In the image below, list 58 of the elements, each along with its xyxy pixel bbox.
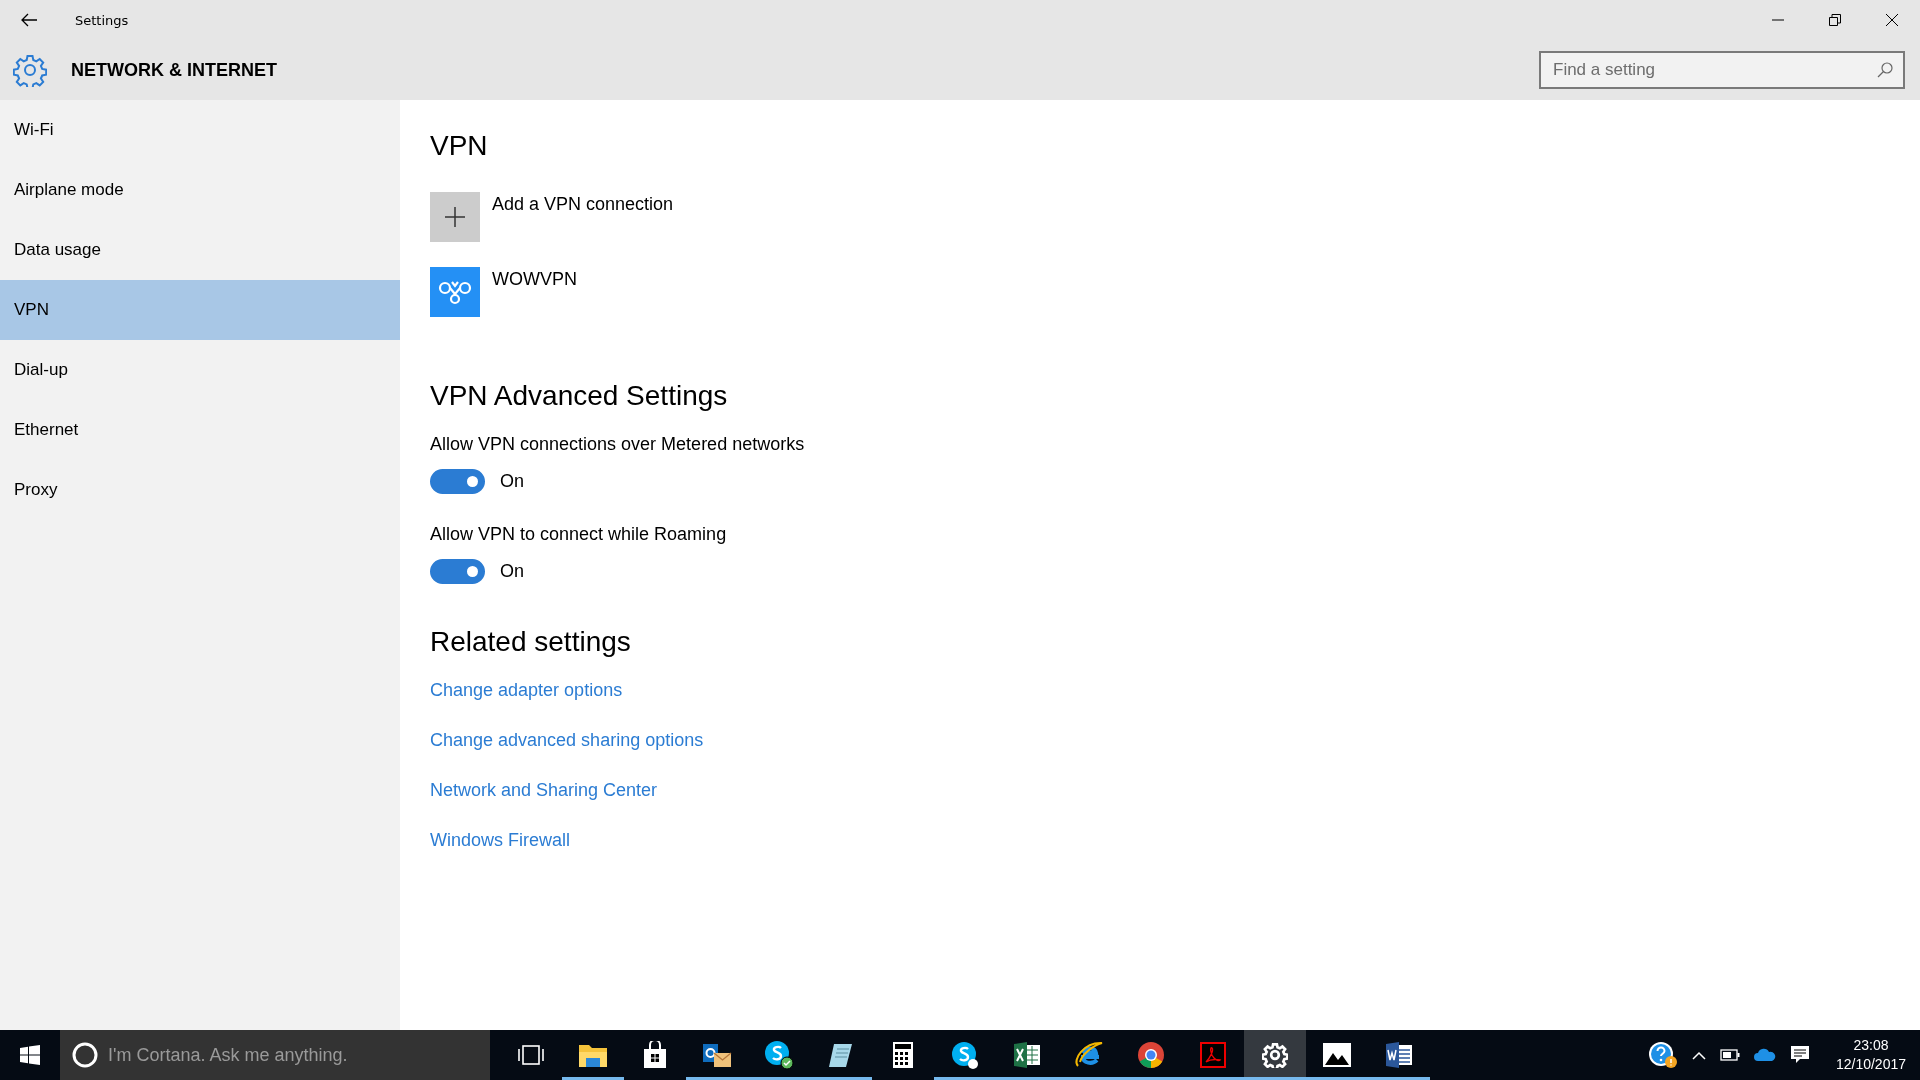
cortana-search-field[interactable]: I'm Cortana. Ask me anything. [60, 1030, 490, 1080]
toggle-switch[interactable] [430, 559, 485, 584]
chat-icon [764, 1040, 794, 1070]
sidebar-item[interactable]: Proxy [0, 460, 400, 520]
settings-link[interactable]: Windows Firewall [430, 830, 571, 851]
toggle-state: On [500, 471, 524, 492]
windows-logo-icon [20, 1045, 40, 1065]
calculator-icon [892, 1041, 914, 1069]
sidebar-item[interactable]: Airplane mode [0, 160, 400, 220]
setting-label: Allow VPN connections over Metered networks [430, 434, 805, 455]
vpn-tile[interactable] [430, 267, 480, 317]
sidebar-item[interactable]: Dial-up [0, 340, 400, 400]
section-heading: VPN [430, 130, 488, 162]
connection-label[interactable]: WOWVPN [492, 269, 577, 290]
window-title: Settings [75, 12, 129, 28]
connection-label[interactable]: Add a VPN connection [492, 194, 674, 215]
folder-icon [578, 1042, 608, 1068]
cloud-icon[interactable] [1753, 1048, 1776, 1062]
settings-link[interactable]: Network and Sharing Center [430, 780, 658, 801]
toggle-state: On [500, 561, 524, 582]
settings-link[interactable]: Change adapter options [430, 680, 623, 701]
mail-icon [702, 1041, 732, 1069]
page-heading: NETWORK & INTERNET [71, 59, 277, 81]
windows-stack-icon [518, 1044, 544, 1066]
back-arrow-icon[interactable] [20, 13, 38, 27]
section-heading: Related settings [430, 626, 631, 658]
sidebar-item[interactable]: VPN [0, 280, 400, 340]
pdf-icon [1200, 1042, 1226, 1068]
sidebar-item[interactable]: Wi-Fi [0, 100, 400, 160]
close-icon[interactable] [1886, 14, 1898, 26]
settings-link[interactable]: Change advanced sharing options [430, 730, 704, 751]
setting-label: Allow VPN to connect while Roaming [430, 524, 727, 545]
shopping-bag-icon [642, 1041, 668, 1069]
restore-icon[interactable] [1829, 14, 1841, 26]
gear-icon [13, 53, 47, 87]
caret-up-icon[interactable] [1691, 1050, 1706, 1060]
plus-icon [445, 207, 465, 227]
gear-icon [1262, 1042, 1288, 1068]
search-field[interactable]: Find a setting [1539, 51, 1905, 89]
chat-icon [950, 1040, 980, 1070]
toggle-switch[interactable] [430, 469, 485, 494]
taskbar-settings-button[interactable] [1244, 1030, 1306, 1080]
knot-icon [437, 279, 473, 305]
sidebar-item[interactable]: Ethernet [0, 400, 400, 460]
document-icon [1385, 1042, 1413, 1068]
sidebar-item[interactable]: Data usage [0, 220, 400, 280]
spreadsheet-icon [1013, 1042, 1041, 1068]
browser-icon [1137, 1041, 1165, 1069]
photo-icon [1322, 1042, 1352, 1068]
clock-time[interactable]: 23:08 [1853, 1036, 1889, 1055]
notepad-icon [828, 1041, 854, 1069]
help-icon[interactable] [1647, 1041, 1678, 1069]
message-icon[interactable] [1789, 1045, 1810, 1065]
add-tile[interactable] [430, 192, 480, 242]
section-heading: VPN Advanced Settings [430, 380, 728, 412]
battery-icon[interactable] [1719, 1049, 1740, 1061]
clock-date[interactable]: 12/10/2017 [1835, 1055, 1906, 1074]
search-icon [1877, 62, 1893, 78]
